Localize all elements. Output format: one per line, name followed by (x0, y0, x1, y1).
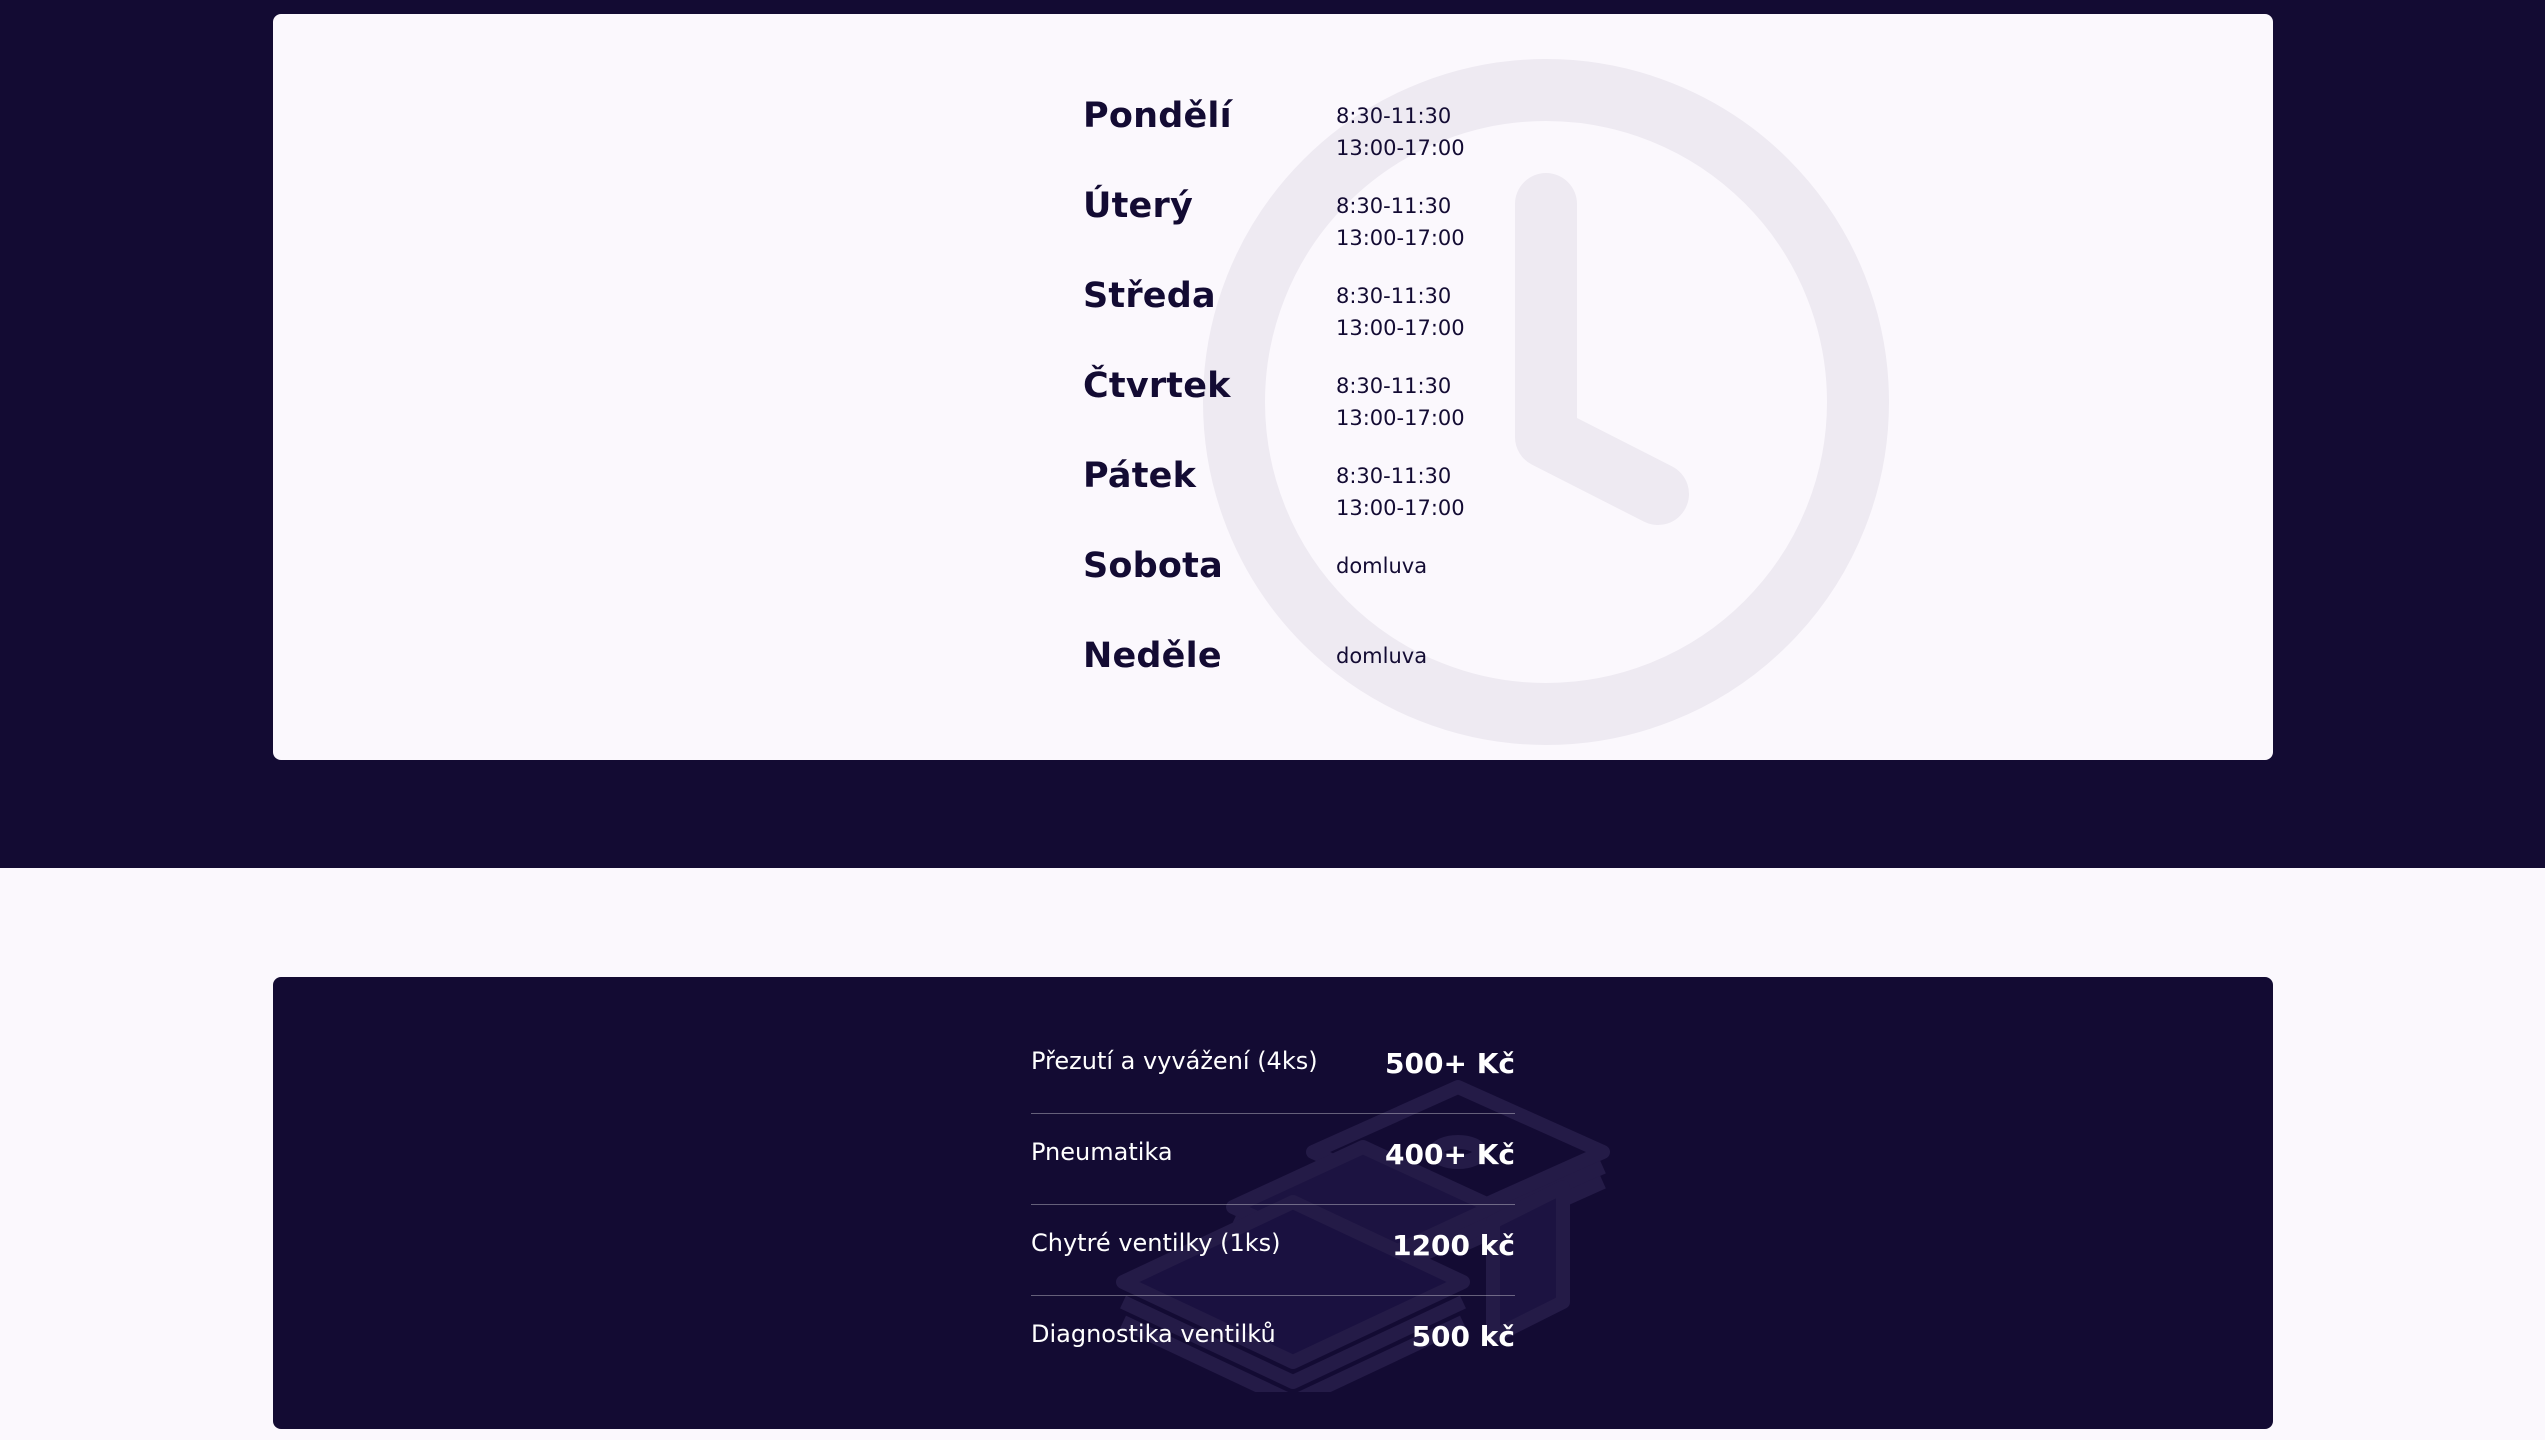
day-times: domluva (1336, 640, 1427, 672)
price-list: Přezutí a vyvážení (4ks) 500+ Kč Pneumat… (1031, 1023, 1515, 1387)
service-name: Přezutí a vyvážení (4ks) (1031, 1047, 1318, 1075)
day-row-friday: Pátek 8:30-11:30 13:00-17:00 (1083, 444, 1683, 534)
day-name: Úterý (1083, 186, 1193, 226)
day-row-wednesday: Středa 8:30-11:30 13:00-17:00 (1083, 264, 1683, 354)
day-times: 8:30-11:30 13:00-17:00 (1336, 370, 1465, 434)
time-range: 13:00-17:00 (1336, 136, 1465, 160)
day-name: Sobota (1083, 546, 1223, 586)
service-price: 1200 kč (1392, 1229, 1515, 1262)
price-row: Diagnostika ventilků 500 kč (1031, 1296, 1515, 1387)
day-times: 8:30-11:30 13:00-17:00 (1336, 190, 1465, 254)
day-times: 8:30-11:30 13:00-17:00 (1336, 100, 1465, 164)
day-name: Pondělí (1083, 96, 1232, 136)
hours-section: Pondělí 8:30-11:30 13:00-17:00 Úterý 8:3… (0, 0, 2545, 868)
day-row-saturday: Sobota domluva (1083, 534, 1683, 624)
price-row: Pneumatika 400+ Kč (1031, 1114, 1515, 1205)
day-name: Neděle (1083, 636, 1222, 676)
service-name: Diagnostika ventilků (1031, 1320, 1276, 1348)
time-range: 8:30-11:30 (1336, 284, 1452, 308)
time-range: 8:30-11:30 (1336, 194, 1452, 218)
time-range: 13:00-17:00 (1336, 406, 1465, 430)
day-times: 8:30-11:30 13:00-17:00 (1336, 460, 1465, 524)
time-range: 13:00-17:00 (1336, 316, 1465, 340)
service-name: Pneumatika (1031, 1138, 1173, 1166)
day-name: Středa (1083, 276, 1216, 316)
day-times: 8:30-11:30 13:00-17:00 (1336, 280, 1465, 344)
time-range: domluva (1336, 644, 1428, 668)
pricing-section: Přezutí a vyvážení (4ks) 500+ Kč Pneumat… (0, 868, 2545, 1440)
day-name: Pátek (1083, 456, 1197, 496)
day-row-tuesday: Úterý 8:30-11:30 13:00-17:00 (1083, 174, 1683, 264)
time-range: 8:30-11:30 (1336, 104, 1452, 128)
time-range: 8:30-11:30 (1336, 374, 1452, 398)
time-range: 13:00-17:00 (1336, 226, 1465, 250)
day-row-monday: Pondělí 8:30-11:30 13:00-17:00 (1083, 84, 1683, 174)
day-name: Čtvrtek (1083, 366, 1231, 406)
service-price: 500 kč (1411, 1320, 1515, 1353)
hours-list: Pondělí 8:30-11:30 13:00-17:00 Úterý 8:3… (1083, 84, 1683, 714)
day-row-thursday: Čtvrtek 8:30-11:30 13:00-17:00 (1083, 354, 1683, 444)
price-row: Přezutí a vyvážení (4ks) 500+ Kč (1031, 1023, 1515, 1114)
service-name: Chytré ventilky (1ks) (1031, 1229, 1281, 1257)
service-price: 400+ Kč (1385, 1138, 1515, 1171)
time-range: 13:00-17:00 (1336, 496, 1465, 520)
time-range: domluva (1336, 554, 1428, 578)
pricing-card: Přezutí a vyvážení (4ks) 500+ Kč Pneumat… (273, 977, 2273, 1429)
price-row: Chytré ventilky (1ks) 1200 kč (1031, 1205, 1515, 1296)
day-times: domluva (1336, 550, 1427, 582)
service-price: 500+ Kč (1385, 1047, 1515, 1080)
day-row-sunday: Neděle domluva (1083, 624, 1683, 714)
opening-hours-card: Pondělí 8:30-11:30 13:00-17:00 Úterý 8:3… (273, 14, 2273, 760)
time-range: 8:30-11:30 (1336, 464, 1452, 488)
